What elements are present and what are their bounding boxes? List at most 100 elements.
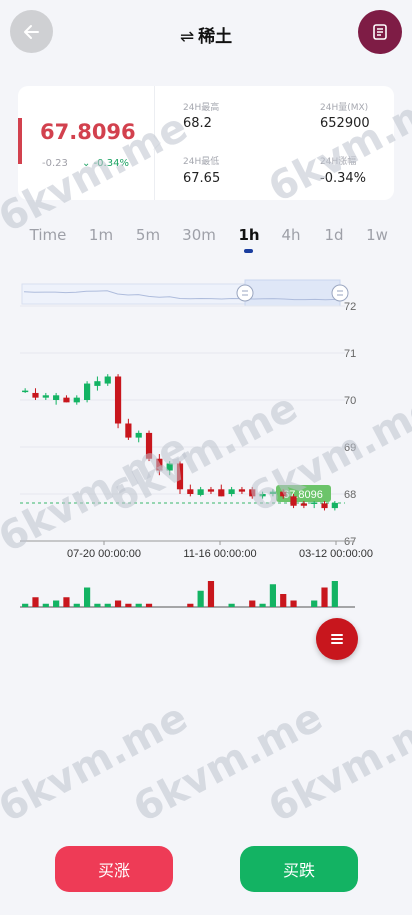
volume-bar (84, 587, 91, 607)
menu-lines-icon (331, 634, 343, 644)
volume-bar (104, 603, 111, 607)
low-label: 24H最低 (183, 157, 220, 167)
candle-body (218, 489, 225, 497)
tab-4h[interactable]: 4h (281, 226, 300, 244)
volume-bar (228, 603, 235, 607)
x-tick-label: 07-20 00:00:00 (67, 548, 141, 560)
candle-body (145, 432, 153, 459)
volume-bar (311, 600, 318, 607)
high-label: 24H最高 (183, 103, 220, 113)
timeframe-tabs: Time 1m 5m 30m 1h 4h 1d 1w (0, 226, 412, 256)
candle-body (42, 395, 49, 398)
tab-30m[interactable]: 30m (182, 226, 216, 244)
candle-body (228, 489, 235, 494)
current-price: 67.8096 (40, 120, 136, 144)
change-absolute: -0.23 (42, 158, 68, 169)
range-window (244, 279, 341, 307)
watermark: 6kvm.me (126, 694, 330, 832)
price-stats-card: 67.8096 -0.23 ⌄ -0.34% 24H最高 68.2 24H量(M… (18, 86, 394, 200)
candle-body (63, 397, 70, 403)
volume-bar (32, 597, 39, 607)
candle-body (280, 491, 287, 497)
range-label: 24H涨幅 (320, 157, 357, 167)
page-title: ⇌ 稀土 (0, 22, 412, 47)
volume-bar (42, 603, 49, 607)
candle-body (249, 489, 256, 497)
candle-body (290, 496, 297, 506)
swap-icon: ⇌ (179, 27, 195, 47)
candle-body (176, 463, 184, 490)
current-price-label: 67.8096 (283, 489, 323, 501)
range-handle (331, 284, 349, 302)
candlestick-chart[interactable]: 72 71 70 69 68 67 07-20 00:00:00 11-16 00:00:00… (0, 270, 412, 615)
page: ⇌ 稀土 67.8096 -0.23 ⌄ -0.34% 24H最高 68.2 24… (0, 0, 412, 915)
tab-1m[interactable]: 1m (89, 226, 113, 244)
tab-5m[interactable]: 5m (136, 226, 160, 244)
title-text: 稀土 (198, 27, 233, 47)
candle-body (104, 376, 111, 384)
y-tick-label: 71 (344, 348, 356, 360)
y-tick-label: 72 (344, 301, 356, 313)
candle-body (311, 502, 318, 504)
y-tick-label: 68 (344, 489, 356, 501)
x-tick-label: 11-16 00:00:00 (183, 548, 256, 560)
price-accent-bar (18, 118, 22, 164)
range-value: -0.34% (320, 171, 366, 186)
tab-1h[interactable]: 1h (238, 226, 259, 244)
volume-bar (290, 600, 297, 607)
volume-bar (63, 597, 70, 607)
candle-body (125, 423, 132, 438)
candle-body (321, 503, 328, 509)
candle-body (197, 489, 204, 495)
book-button[interactable] (358, 10, 402, 54)
volume-value: 652900 (320, 116, 370, 131)
watermark: 6kvm.me (261, 694, 412, 832)
volume-bar (73, 603, 80, 607)
volume-bar (125, 603, 132, 607)
candle-body (53, 395, 60, 400)
volume-bar (249, 600, 256, 607)
high-value: 68.2 (183, 116, 212, 131)
candle-body (187, 489, 194, 494)
change-percent-value: -0.34% (93, 158, 129, 169)
range-handle (236, 284, 254, 302)
tab-1w[interactable]: 1w (366, 226, 388, 244)
volume-label: 24H量(MX) (320, 103, 369, 113)
buy-up-button[interactable]: 买涨 (55, 846, 173, 892)
volume-bar (135, 603, 142, 607)
volume-bar (53, 600, 60, 607)
candle-body (259, 494, 266, 497)
low-value: 67.65 (183, 171, 221, 186)
candle-body (22, 390, 29, 393)
volume-bar (280, 594, 287, 607)
volume-bar (321, 587, 328, 607)
candle-body (238, 489, 246, 492)
volume-bar (331, 581, 338, 607)
book-icon (373, 24, 387, 40)
candle-body (114, 376, 122, 424)
change-percent: ⌄ -0.34% (82, 158, 129, 169)
volume-bar (114, 600, 122, 607)
y-tick-label: 70 (344, 395, 356, 407)
candle-body (94, 381, 101, 386)
volume-bar (145, 603, 153, 607)
x-tick-label: 03-12 00:00:00 (299, 548, 373, 560)
down-arrow-icon: ⌄ (82, 158, 91, 169)
volume-bar (269, 584, 276, 607)
candle-body (73, 397, 80, 403)
y-tick-label: 67 (344, 536, 356, 548)
candle-body (135, 432, 142, 438)
volume-bar (187, 603, 194, 607)
volume-bar (22, 603, 29, 607)
volume-bar (197, 590, 204, 607)
tab-time[interactable]: Time (30, 226, 67, 244)
chart-menu-button[interactable] (316, 618, 358, 660)
tab-1d[interactable]: 1d (324, 226, 343, 244)
active-tab-indicator (244, 249, 253, 253)
volume-bar (94, 603, 101, 607)
candle-body (269, 491, 276, 494)
candle-body (331, 502, 338, 509)
buy-down-button[interactable]: 买跌 (240, 846, 358, 892)
candle-body (300, 503, 307, 506)
watermark: 6kvm.me (0, 694, 195, 832)
